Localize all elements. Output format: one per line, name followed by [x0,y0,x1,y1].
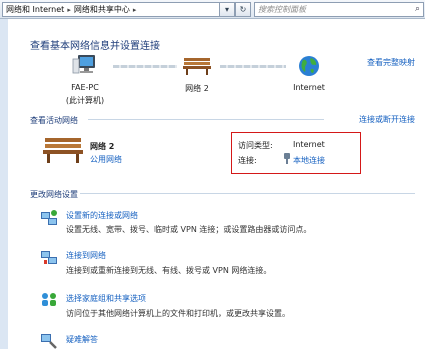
computer-subtitle: (此计算机) [65,96,105,105]
connection-label: 连接: [238,156,257,165]
breadcrumb-item-network-center[interactable]: 网络和共享中心 [74,5,130,14]
computer-node-label: FAE-PC (此计算机) [60,83,110,106]
connection-line [220,65,286,68]
connect-to-network-link[interactable]: 连接到网络 [66,250,106,261]
access-type-label: 访问类型: [238,141,273,150]
setup-new-connection-link[interactable]: 设置新的连接或网络 [66,210,138,221]
search-placeholder: 搜索控制面板 [258,5,306,14]
access-type-value: Internet [293,140,325,149]
active-network-name: 网络 2 [90,142,115,151]
connection-info-highlight [231,132,361,174]
globe-icon[interactable] [297,54,321,78]
task-description: 设置无线、宽带、拨号、临时或 VPN 连接；或设置路由器或访问点。 [66,225,312,234]
bench-network-icon[interactable] [182,56,212,76]
left-pane-edge [0,19,8,349]
search-icon[interactable]: ⌕ [415,3,420,16]
breadcrumb-separator-icon[interactable]: ▸ [64,6,74,14]
ethernet-icon [283,153,291,164]
new-connection-icon[interactable] [40,209,58,227]
connection-line [113,65,177,68]
address-bar: 网络和 Internet ▸ 网络和共享中心 ▸ ▾ ↻ 搜索控制面板 ⌕ [0,0,425,19]
search-input[interactable]: 搜索控制面板 ⌕ [254,2,424,17]
connect-network-icon[interactable] [40,248,58,266]
active-networks-heading: 查看活动网络 [30,116,78,125]
computer-name: FAE-PC [71,83,99,92]
refresh-icon[interactable]: ↻ [235,2,251,17]
network-node-label: 网络 2 [185,84,209,93]
local-connection-link[interactable]: 本地连接 [293,155,325,166]
breadcrumb-separator-icon[interactable]: ▸ [130,6,140,14]
section-divider [80,193,415,194]
page-title: 查看基本网络信息并设置连接 [30,41,160,52]
dropdown-arrow-icon[interactable]: ▾ [219,2,235,17]
breadcrumb[interactable]: 网络和 Internet ▸ 网络和共享中心 ▸ [2,2,221,17]
homegroup-sharing-link[interactable]: 选择家庭组和共享选项 [66,293,146,304]
troubleshoot-icon[interactable] [40,332,58,350]
change-settings-heading: 更改网络设置 [30,190,78,199]
task-description: 访问位于其他网络计算机上的文件和打印机，或更改共享设置。 [66,309,290,318]
bench-network-icon[interactable] [42,136,84,164]
troubleshoot-link[interactable]: 疑难解答 [66,334,98,345]
view-full-map-link[interactable]: 查看完整映射 [367,57,415,68]
homegroup-sharing-icon[interactable] [40,290,58,308]
breadcrumb-item-network-internet[interactable]: 网络和 Internet [3,5,64,14]
task-description: 连接到或重新连接到无线、有线、拨号或 VPN 网络连接。 [66,266,272,275]
computer-icon[interactable] [72,54,100,76]
connect-disconnect-link[interactable]: 连接或断开连接 [359,114,415,125]
internet-node-label: Internet [293,83,325,92]
section-divider [88,119,324,120]
network-category-link[interactable]: 公用网络 [90,154,122,165]
